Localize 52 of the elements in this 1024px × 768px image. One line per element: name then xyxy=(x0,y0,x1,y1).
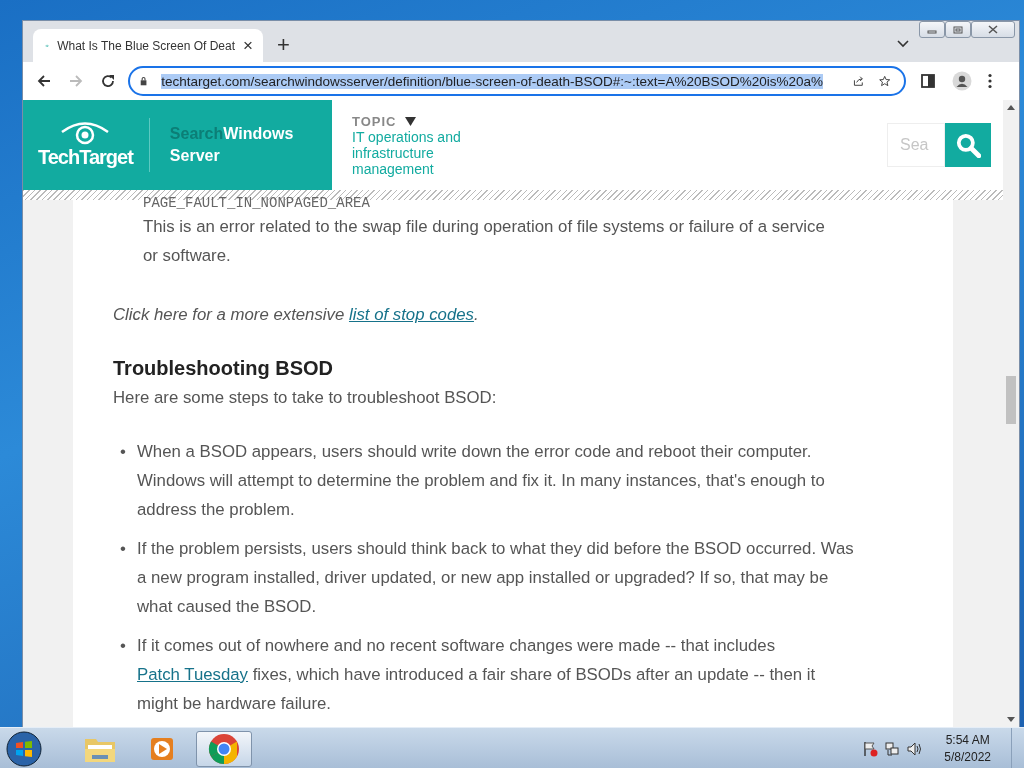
bullet-text: If the problem persists, users should think back to what they did before the BSOD occurred. Was a new program installed, driver updated, or new app installed or upgraded? If so, that may be what caused the BSOD. xyxy=(137,538,855,618)
star-icon[interactable] xyxy=(878,73,890,89)
scrollbar-thumb[interactable] xyxy=(1006,376,1016,424)
lock-icon xyxy=(140,75,148,87)
search-button[interactable] xyxy=(945,123,991,167)
share-icon[interactable] xyxy=(853,73,865,89)
flag-icon[interactable] xyxy=(862,741,879,757)
search-icon xyxy=(955,132,981,158)
caret-icon xyxy=(404,116,416,126)
code-description: This is an error related to the swap file during operation of file systems or failure of a service or software. xyxy=(143,216,826,267)
bullet-marker: • xyxy=(119,635,127,657)
maximize-button[interactable] xyxy=(945,21,971,38)
bullet-marker: • xyxy=(119,441,127,463)
profile-icon[interactable] xyxy=(952,71,972,91)
article-link[interactable]: Patch Tuesday xyxy=(137,665,248,684)
bullet-text: When a BSOD appears, users should write down the error code and reboot their computer. Windows will attempt to determine the problem and fix it. In many instances, that's enough to address the problem. xyxy=(137,441,826,521)
tab-close-button[interactable]: × xyxy=(243,37,253,54)
chevron-down-icon[interactable] xyxy=(897,40,909,48)
minimize-button[interactable] xyxy=(919,21,945,38)
scrollbar[interactable] xyxy=(1003,100,1019,727)
close-icon xyxy=(988,25,998,34)
address-bar[interactable]: techtarget.com/searchwindowsserver/definition/blue-screen-of-death-BSOD#:~:text=A%20BSOD%20is%20a% xyxy=(128,66,906,96)
browser-tab[interactable]: What Is The Blue Screen Of Deat × xyxy=(33,29,263,62)
media-player-icon xyxy=(148,735,176,763)
start-button[interactable] xyxy=(6,731,42,767)
new-tab-button[interactable]: + xyxy=(277,34,290,56)
stop-code: PAGE_FAULT_IN_NONPAGED_AREA xyxy=(142,196,371,210)
clock-time: 5:54 AM xyxy=(945,732,990,749)
speaker-icon[interactable] xyxy=(906,741,923,757)
search-field[interactable]: Sea xyxy=(887,123,945,167)
url-text: techtarget.com/searchwindowsserver/definition/blue-screen-of-death-BSOD#:~:text=A%20BSOD%20is%20a% xyxy=(161,74,823,89)
clock-date: 5/8/2022 xyxy=(944,749,991,766)
clock[interactable]: 5:54 AM 5/8/2022 xyxy=(944,732,991,766)
tab-title: What Is The Blue Screen Of Deat xyxy=(57,38,236,53)
stop-codes-link[interactable]: list of stop codes xyxy=(348,305,474,324)
scroll-down-icon[interactable] xyxy=(1007,717,1015,723)
bullet-text: If it comes out of nowhere and no recent software changes were made -- that includes Patch Tuesday fixes, which have introduced a fair share of BSODs after an update -- then it might be hardware failure. xyxy=(137,635,817,715)
reload-icon[interactable] xyxy=(100,73,116,89)
chrome-icon xyxy=(208,733,240,765)
network-icon[interactable] xyxy=(884,741,901,757)
intro-text: Here are some steps to take to troubleshoot BSOD: xyxy=(113,387,498,409)
menu-icon[interactable] xyxy=(988,73,992,89)
topic-menu[interactable]: TOPIC xyxy=(352,113,472,129)
scroll-up-icon[interactable] xyxy=(1007,104,1015,110)
stop-codes-sentence: Click here for a more extensive list of stop codes. xyxy=(113,304,480,326)
close-button[interactable] xyxy=(971,21,1015,38)
taskbar-app-button[interactable] xyxy=(196,731,252,767)
section-heading: Troubleshooting BSOD xyxy=(113,356,334,381)
restore-icon xyxy=(953,25,963,34)
back-icon[interactable] xyxy=(36,73,52,89)
side-panel-icon[interactable] xyxy=(920,73,936,89)
bullet-marker: • xyxy=(119,538,127,560)
